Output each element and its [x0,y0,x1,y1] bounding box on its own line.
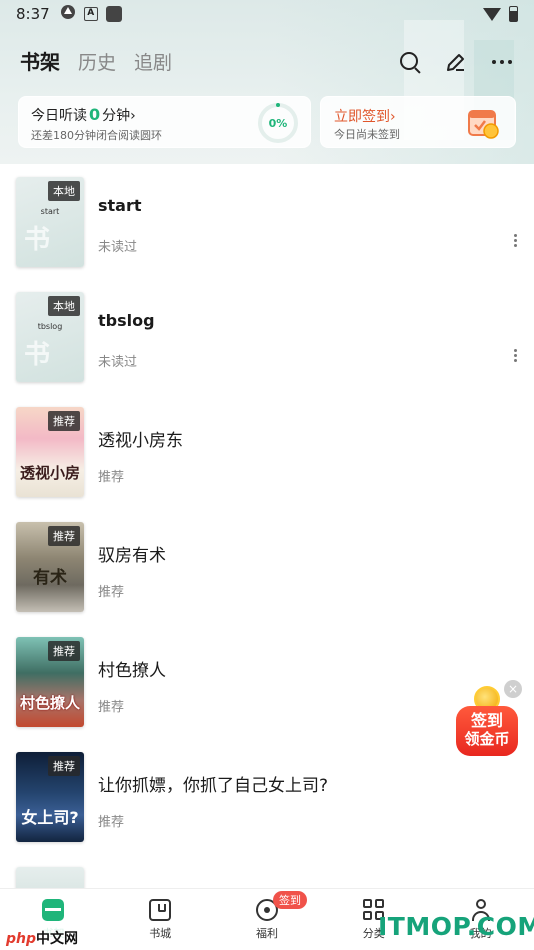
watermark-php-text: php [6,931,37,947]
more-vertical-icon[interactable] [514,349,518,363]
coin-line1: 签到 [470,711,503,730]
book-title: 驭房有术 [98,546,166,566]
list-item[interactable]: tbslog 书 本地 tbslog 未读过 [0,279,534,394]
book-status: 未读过 [98,355,138,370]
list-item[interactable]: 有术 推荐 驭房有术 推荐 [0,509,534,624]
book-cover[interactable]: 村色撩人 推荐 [16,637,84,727]
nav-welfare[interactable]: 福利 签到 [214,889,321,950]
wifi-icon [483,7,501,21]
cover-tag: 本地 [48,181,80,201]
cover-watermark: 书 [24,225,51,255]
bookshelf-icon [42,899,65,921]
book-title: tbslog [98,311,155,330]
search-icon[interactable] [398,50,422,74]
signin-title-text: 立即签到 [334,109,390,125]
listen-card[interactable]: 今日听读 0 分钟 › 还差180分钟闭合阅读圆环 0% [18,96,311,148]
cover-title: 有术 [33,568,67,588]
tab-drama[interactable]: 追剧 [134,48,172,75]
more-icon[interactable] [490,50,514,74]
signin-subtitle: 今日尚未签到 [334,128,400,141]
list-item[interactable]: 透视小房 推荐 透视小房东 推荐 [0,394,534,509]
book-cover[interactable]: start 书 本地 [16,177,84,267]
book-title: 村色撩人 [98,661,166,681]
list-item[interactable]: start 书 本地 start 未读过 [0,164,534,279]
cover-title: 村色撩人 [19,694,80,712]
watermark-php: php中文网 [2,926,83,950]
cover-title: 透视小房 [19,464,80,482]
close-icon[interactable]: × [504,680,522,698]
book-cover[interactable]: 透视小房 推荐 [16,407,84,497]
signin-badge: 签到 [272,891,307,909]
signin-card[interactable]: 立即签到› 今日尚未签到 [320,96,516,148]
listen-suffix: 分钟 [102,108,131,124]
cover-tag: 推荐 [48,411,80,431]
header-tabs: 书架 历史 追剧 [20,46,172,75]
nav-bookstore[interactable]: 书城 [107,889,214,950]
cover-watermark: 书 [24,340,51,370]
book-status: 推荐 [98,585,125,600]
nav-label: 福利 [255,927,278,940]
book-title: start [98,196,142,215]
signin-title: 立即签到› [334,106,396,126]
book-title: 透视小房东 [98,431,183,451]
status-time: 8:37 [16,5,50,23]
tab-bookshelf[interactable]: 书架 [20,46,60,75]
cover-tag: 推荐 [48,756,80,776]
watermark-cn-text: 中文网 [36,931,79,947]
chevron-right-icon: › [390,109,396,125]
cover-tag: 本地 [48,296,80,316]
book-status: 推荐 [98,470,125,485]
battery-icon [509,6,518,22]
more-vertical-icon[interactable] [514,234,518,248]
nav-label: 书城 [149,927,172,940]
tab-history[interactable]: 历史 [78,48,116,75]
listen-minutes: 0 [89,105,101,124]
cover-tag: 推荐 [48,641,80,661]
book-cover[interactable]: 女上司? 推荐 [16,752,84,842]
calendar-coin-icon [465,105,501,141]
edit-icon[interactable] [444,50,468,74]
notification-square-icon [105,6,122,22]
watermark-itmop: ITMOP.COM [378,912,534,941]
book-status: 推荐 [98,700,125,715]
chevron-right-icon: › [130,108,136,124]
book-cover[interactable]: 有术 推荐 [16,522,84,612]
cover-title: tbslog [37,322,63,331]
book-cover[interactable]: tbslog 书 本地 [16,292,84,382]
cover-title: start [40,207,60,216]
coin-line2: 领金币 [464,730,510,748]
reading-progress-ring: 0% [258,103,298,143]
listen-subtitle: 还差180分钟闭合阅读圆环 [31,129,162,142]
listen-summary: 今日听读 0 分钟 › [31,105,136,125]
listen-prefix: 今日听读 [31,108,87,124]
cover-title: 女上司? [21,808,79,827]
status-bar: 8:37 A [0,0,534,28]
app-a-icon: A [83,7,98,21]
vpn-icon [60,4,76,24]
book-title: 让你抓嫖，你抓了自己女上司? [98,776,329,796]
floating-signin-coin[interactable]: 签到 领金币 × [452,680,522,758]
header-actions [398,50,514,74]
cover-tag: 推荐 [48,526,80,546]
bookstore-icon [149,899,172,921]
progress-percent: 0% [268,116,288,130]
book-status: 未读过 [98,240,138,255]
book-status: 推荐 [98,815,125,830]
